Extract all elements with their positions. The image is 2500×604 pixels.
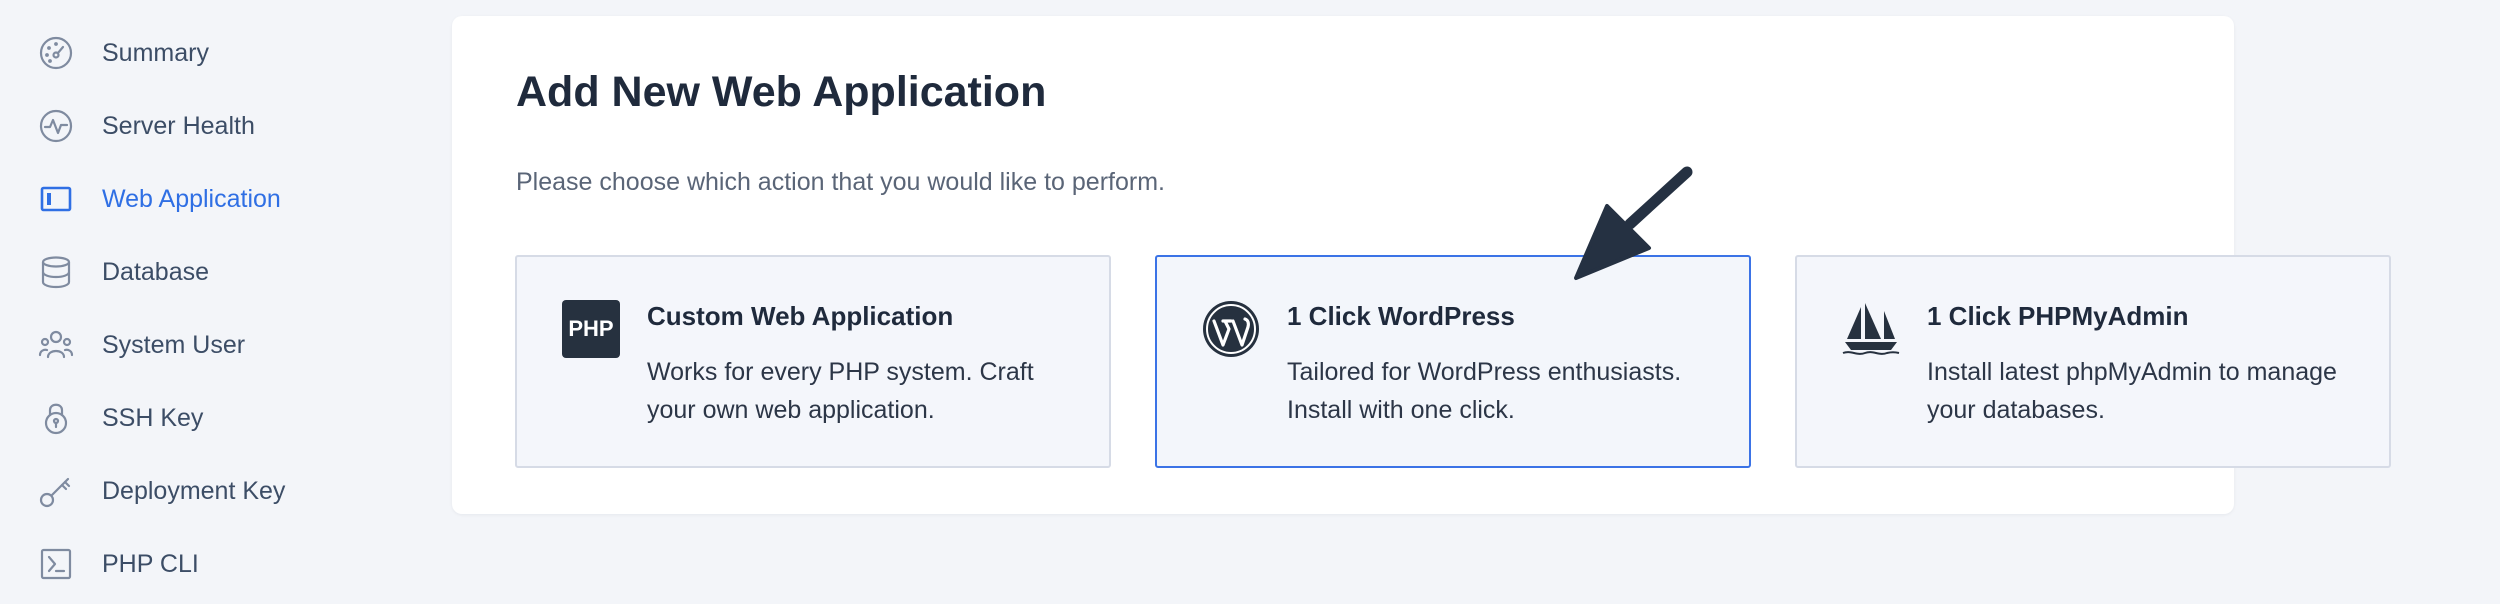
phpmyadmin-card[interactable]: 1 Click PHPMyAdmin Install latest phpMyA… (1795, 255, 2391, 468)
sidebar-item-label: Deployment Key (102, 476, 286, 505)
sidebar-item-label: System User (102, 330, 246, 359)
users-icon (36, 325, 76, 365)
sidebar-item-summary[interactable]: Summary (36, 28, 209, 78)
sidebar-item-server-health[interactable]: Server Health (36, 101, 255, 151)
sidebar-item-label: Server Health (102, 111, 255, 140)
wordpress-card[interactable]: 1 Click WordPress Tailored for WordPress… (1155, 255, 1751, 468)
card-description: Works for every PHP system. Craft your o… (647, 358, 1034, 424)
custom-web-application-card[interactable]: PHP Custom Web Application Works for eve… (515, 255, 1111, 468)
php-icon: PHP (561, 299, 621, 359)
pulse-icon (36, 106, 76, 146)
card-title: 1 Click WordPress (1287, 301, 1515, 331)
sidebar-item-ssh-key[interactable]: SSH Key (36, 393, 203, 443)
sidebar-item-deployment-key[interactable]: Deployment Key (36, 466, 285, 516)
wordpress-icon (1201, 299, 1261, 359)
sidebar-item-web-application[interactable]: Web Application (36, 174, 281, 224)
main-panel: Add New Web Application Please choose wh… (452, 16, 2391, 514)
terminal-icon (36, 544, 76, 584)
app-root: Summary Server Health Web Application Da… (0, 0, 2500, 604)
card-title: 1 Click PHPMyAdmin (1927, 301, 2189, 331)
sidebar-item-database[interactable]: Database (36, 247, 209, 297)
sidebar-item-label: Summary (102, 38, 209, 67)
sidebar-item-label: Web Application (102, 184, 281, 213)
sidebar-item-system-user[interactable]: System User (36, 320, 245, 370)
sidebar-item-label: PHP CLI (102, 549, 199, 578)
sidebar: Summary Server Health Web Application Da… (0, 0, 440, 604)
card-description: Tailored for WordPress enthusiasts. Inst… (1287, 358, 1682, 424)
database-icon (36, 252, 76, 292)
page-title: Add New Web Application (516, 68, 1047, 116)
web-app-icon (36, 179, 76, 219)
sidebar-item-label: Database (102, 257, 210, 286)
card-description: Install latest phpMyAdmin to manage your… (1927, 358, 2337, 424)
sidebar-item-label: SSH Key (102, 403, 204, 432)
sidebar-item-php-cli[interactable]: PHP CLI (36, 539, 199, 589)
key-icon (36, 471, 76, 511)
lock-icon (36, 398, 76, 438)
page-subtitle: Please choose which action that you woul… (516, 168, 1165, 196)
card-title: Custom Web Application (647, 301, 954, 331)
gauge-icon (36, 33, 76, 73)
phpmyadmin-icon (1841, 299, 1901, 359)
